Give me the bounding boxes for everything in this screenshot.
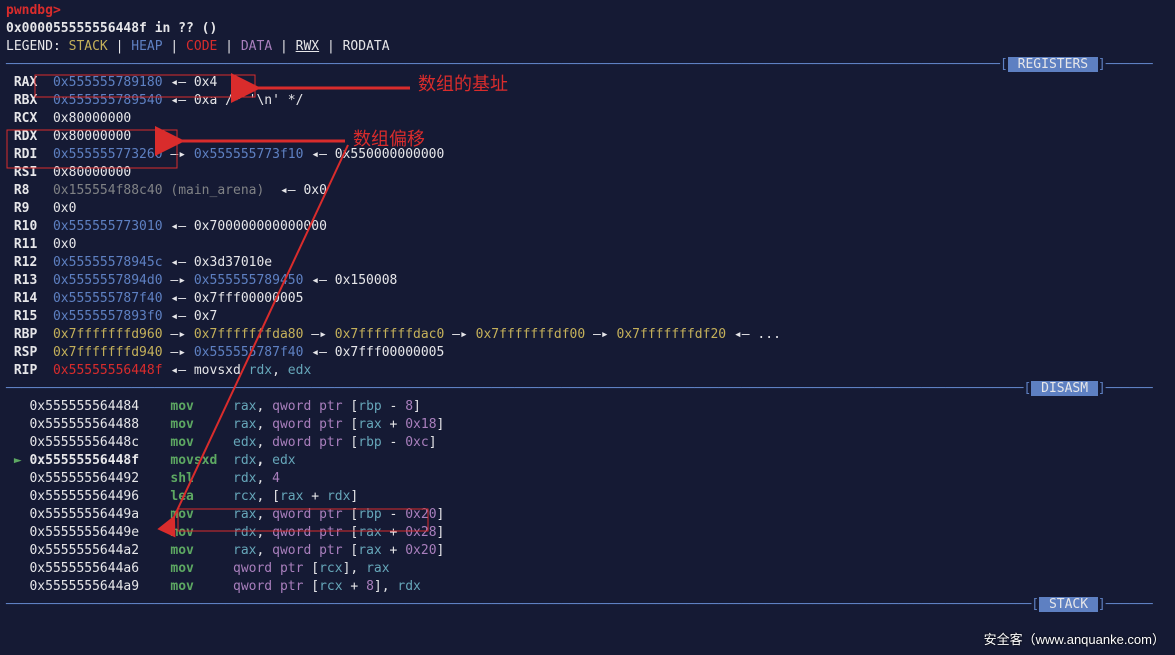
disasm-line: 0x555555564496 lea rcx, [rax + rdx] [6,488,1169,506]
disasm-divider: ────────────────────────────────────────… [6,380,1169,398]
current-address-line: 0x000055555556448f in ?? () [6,20,1169,38]
register-rax: RAX 0x555555789180 ◂— 0x4 [6,74,1169,92]
disasm-line: ► 0x55555556448f movsxd rdx, edx [6,452,1169,470]
register-r8: R8 0x155554f88c40 (main_arena) ◂— 0x0 [6,182,1169,200]
register-r13: R13 0x5555557894d0 —▸ 0x555555789450 ◂— … [6,272,1169,290]
disasm-line: 0x555555564484 mov rax, qword ptr [rbp -… [6,398,1169,416]
legend-rwx-link[interactable]: RWX [296,39,319,54]
pwndbg-prompt: pwndbg> [6,2,1169,20]
register-rsp: RSP 0x7fffffffd940 —▸ 0x555555787f40 ◂— … [6,344,1169,362]
register-rbx: RBX 0x555555789540 ◂— 0xa /* '\n' */ [6,92,1169,110]
watermark: 安全客（www.anquanke.com） [984,631,1165,649]
annotation-base: 数组的基址 [418,75,508,93]
disasm-line: 0x55555556449e mov rdx, qword ptr [rax +… [6,524,1169,542]
register-r14: R14 0x555555787f40 ◂— 0x7fff00000005 [6,290,1169,308]
disasm-line: 0x555555564488 mov rax, qword ptr [rax +… [6,416,1169,434]
register-rdi: RDI 0x555555773260 —▸ 0x555555773f10 ◂— … [6,146,1169,164]
register-r9: R9 0x0 [6,200,1169,218]
annotation-offset: 数组偏移 [353,130,425,148]
stack-divider: ────────────────────────────────────────… [6,596,1169,614]
register-rip: RIP 0x55555556448f ◂— movsxd rdx, edx [6,362,1169,380]
register-rbp: RBP 0x7fffffffd960 —▸ 0x7fffffffda80 —▸ … [6,326,1169,344]
disasm-line: 0x55555556448c mov edx, dword ptr [rbp -… [6,434,1169,452]
register-r15: R15 0x5555557893f0 ◂— 0x7 [6,308,1169,326]
register-rsi: RSI 0x80000000 [6,164,1169,182]
register-rdx: RDX 0x80000000 [6,128,1169,146]
register-rcx: RCX 0x80000000 [6,110,1169,128]
register-r12: R12 0x55555578945c ◂— 0x3d37010e [6,254,1169,272]
disasm-line: 0x5555555644a9 mov qword ptr [rcx + 8], … [6,578,1169,596]
register-r11: R11 0x0 [6,236,1169,254]
register-r10: R10 0x555555773010 ◂— 0x700000000000000 [6,218,1169,236]
disasm-line: 0x55555556449a mov rax, qword ptr [rbp -… [6,506,1169,524]
legend-line: LEGEND: STACK | HEAP | CODE | DATA | RWX… [6,38,1169,56]
disasm-line: 0x555555564492 shl rdx, 4 [6,470,1169,488]
disasm-line: 0x5555555644a6 mov qword ptr [rcx], rax [6,560,1169,578]
disasm-line: 0x5555555644a2 mov rax, qword ptr [rax +… [6,542,1169,560]
registers-divider: ────────────────────────────────────────… [6,56,1169,74]
